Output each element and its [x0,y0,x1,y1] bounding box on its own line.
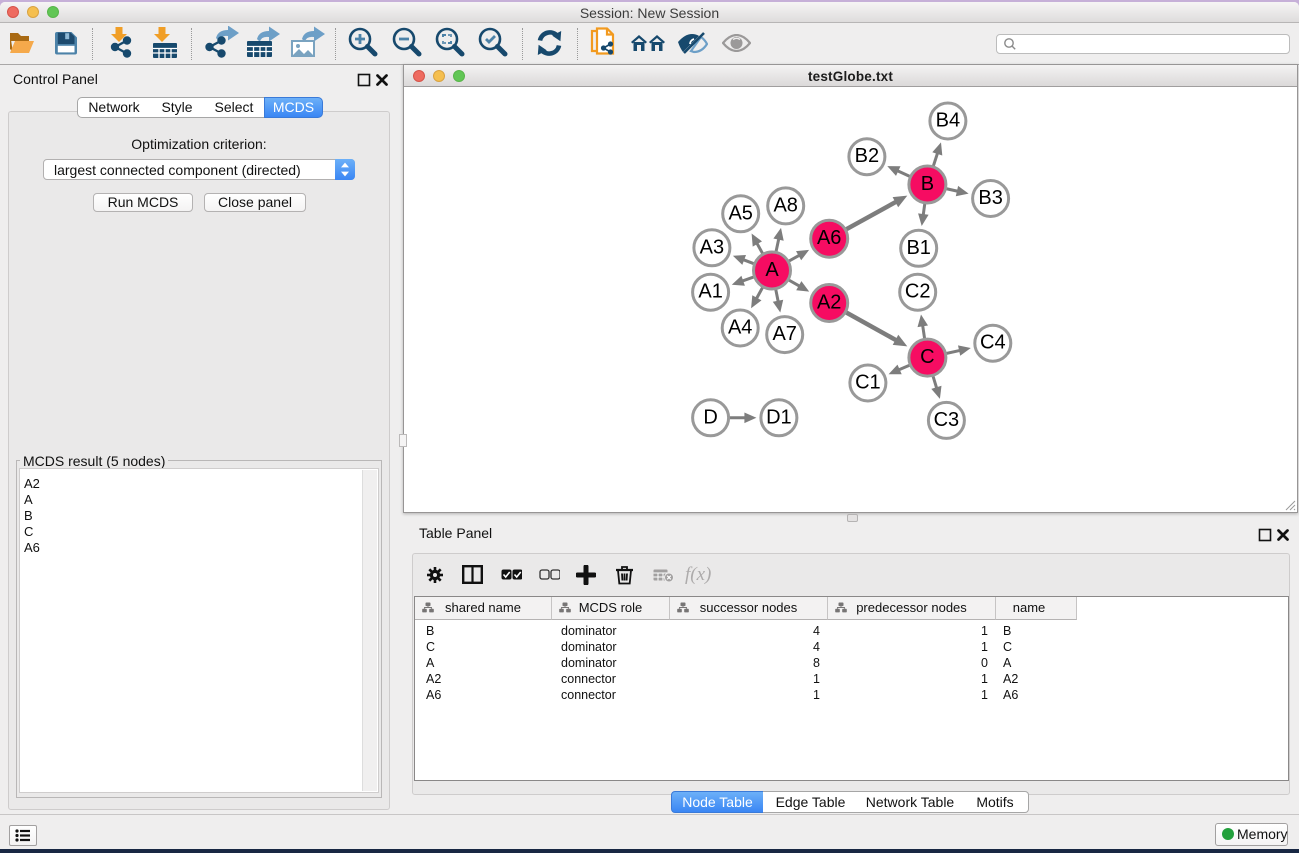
svg-text:A6: A6 [817,227,841,249]
svg-text:B3: B3 [978,187,1002,209]
svg-text:A7: A7 [772,323,796,345]
svg-text:A: A [765,259,779,281]
svg-text:C3: C3 [934,409,960,431]
svg-text:C1: C1 [855,372,881,394]
svg-text:A1: A1 [698,281,722,303]
svg-text:C2: C2 [905,281,931,303]
svg-text:A8: A8 [773,194,797,216]
svg-text:C: C [920,346,934,368]
svg-text:B: B [921,173,934,195]
svg-text:D: D [703,406,717,428]
svg-text:D1: D1 [766,406,792,428]
svg-text:C4: C4 [980,332,1006,354]
svg-text:B1: B1 [906,237,930,259]
svg-text:A3: A3 [700,236,724,258]
svg-text:B4: B4 [936,110,960,132]
svg-text:A5: A5 [728,202,752,224]
svg-text:B2: B2 [855,145,879,167]
svg-text:A4: A4 [728,317,752,339]
svg-text:A2: A2 [817,292,841,314]
